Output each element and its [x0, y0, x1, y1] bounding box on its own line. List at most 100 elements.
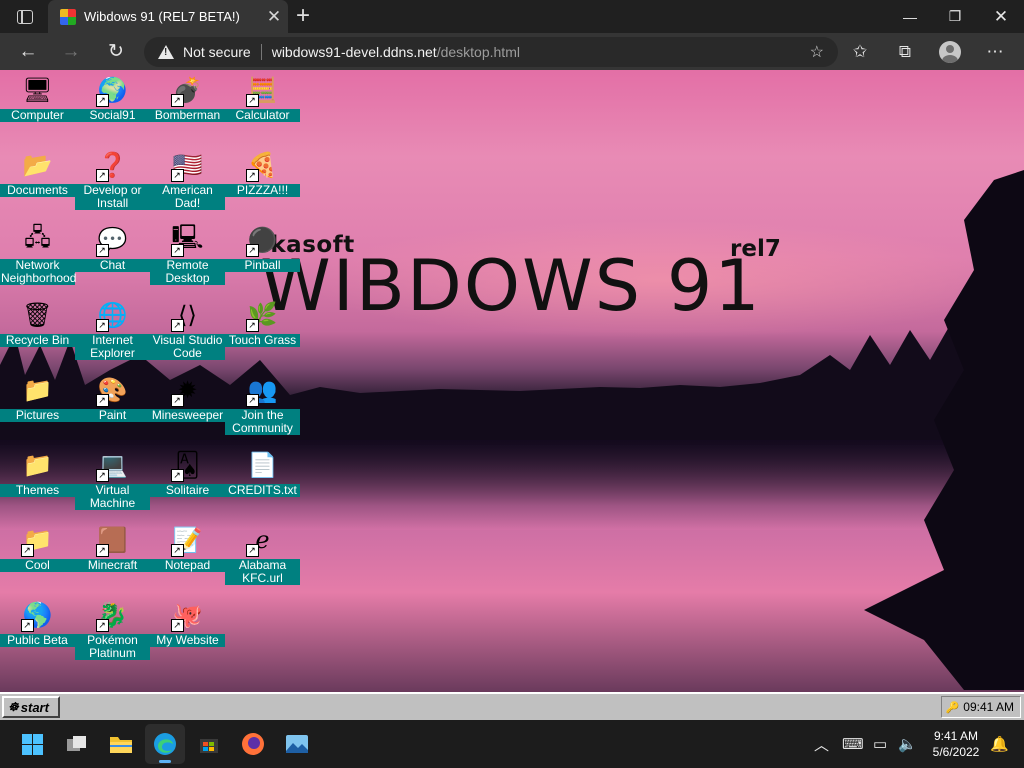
minimize-button[interactable]: —	[887, 0, 933, 33]
desktop-icon[interactable]: ℯAlabama KFC.url	[225, 520, 300, 585]
key-icon[interactable]: 🔑	[946, 701, 960, 714]
more-menu-icon[interactable]: ⋯	[978, 33, 1012, 70]
social-globe-icon: 🌍	[95, 73, 130, 107]
desktop-icon[interactable]: 💣 Bomberman	[150, 70, 225, 122]
wibdows-clock: 09:41 AM	[963, 700, 1014, 714]
restore-button[interactable]: ❐	[932, 0, 978, 33]
start-button[interactable]: ☸ start	[2, 696, 60, 718]
tab-actions-icon[interactable]	[17, 9, 33, 24]
new-tab-button[interactable]: +	[296, 3, 310, 29]
close-window-button[interactable]: ✕	[978, 0, 1024, 33]
warning-icon[interactable]	[158, 45, 174, 59]
collections-icon[interactable]: ⧉	[888, 33, 922, 70]
photos-icon	[286, 735, 308, 753]
desktop-icon[interactable]: 🗑 Recycle Bin	[0, 295, 75, 347]
desktop-icon[interactable]: 💻Virtual Machine	[75, 445, 150, 510]
tray-overflow-icon[interactable]: ︿	[814, 720, 829, 768]
desktop-icon[interactable]: 🌿 Touch Grass	[225, 295, 300, 347]
security-label[interactable]: Not secure	[183, 44, 251, 60]
volume-icon[interactable]: 🔈	[898, 720, 917, 768]
store-button[interactable]	[189, 724, 229, 764]
desktop-icon-label: Develop or Install	[75, 184, 150, 210]
back-button[interactable]: ←	[10, 33, 46, 70]
address-bar[interactable]: Not secure wibdows91-devel.ddns.net /des…	[144, 37, 838, 67]
system-clock[interactable]: 9:41 AM 5/6/2022	[926, 728, 986, 760]
forward-button[interactable]: →	[53, 33, 89, 70]
desktop-icon[interactable]: 💬 Chat	[75, 220, 150, 272]
desktop-icon-label: Social91	[75, 109, 150, 122]
develop-install-icon: ❓	[95, 148, 130, 182]
favorites-icon[interactable]: ✩	[843, 33, 877, 70]
text-file-icon: 📄	[247, 451, 278, 479]
cool-folder-icon: 📁	[20, 523, 55, 557]
browser-tab-strip: Wibdows 91 (REL7 BETA!) ✕ + — ❐ ✕	[0, 0, 1024, 33]
desktop-icon[interactable]: ✹Minesweeper	[150, 370, 225, 422]
desktop-icon[interactable]: 🧮 Calculator	[225, 70, 300, 122]
desktop-icon[interactable]: 🌍 Social91	[75, 70, 150, 122]
clock-time: 9:41 AM	[933, 729, 979, 743]
refresh-button[interactable]: ↻	[98, 33, 134, 70]
desktop-icon[interactable]: 📁 Pictures	[0, 370, 75, 422]
logo-title: WIBDOWS 91	[260, 245, 762, 327]
desktop-icon[interactable]: 📁 Cool	[0, 520, 75, 572]
url-path[interactable]: /desktop.html	[437, 44, 520, 60]
remote-desktop-icon: 🖳	[170, 223, 205, 257]
desktop-icon[interactable]: 🌎 Public Beta	[0, 595, 75, 647]
photos-button[interactable]	[277, 724, 317, 764]
desktop-icon-label: Pinball	[225, 259, 300, 272]
desktop-icon[interactable]: 🍕 PIZZZA!!!	[225, 145, 300, 197]
desktop-icon-label: Minecraft	[75, 559, 150, 572]
notepad-icon: 📝	[170, 523, 205, 557]
public-beta-icon: 🌎	[20, 598, 55, 632]
chat-bubble-icon: 💬	[95, 223, 130, 257]
desktop-icon[interactable]: 🇺🇸American Dad!	[150, 145, 225, 210]
close-tab-icon[interactable]: ✕	[260, 7, 288, 27]
firefox-button[interactable]	[233, 724, 273, 764]
desktop-icon-label: Remote Desktop	[150, 259, 225, 285]
notifications-icon[interactable]: 🔔	[990, 720, 1009, 768]
desktop-icon[interactable]: ⚫ Pinball	[225, 220, 300, 272]
desktop-icon-label: Chat	[75, 259, 150, 272]
desktop-icon-label: Cool	[0, 559, 75, 572]
bomberman-icon: 💣	[170, 73, 205, 107]
desktop-icon-label: Paint	[75, 409, 150, 422]
desktop-icon[interactable]: ⟨⟩Visual Studio Code	[150, 295, 225, 360]
desktop-icon[interactable]: 📂 Documents	[0, 145, 75, 197]
favicon-icon	[60, 8, 76, 25]
desktop-icon-label: Internet Explorer	[75, 334, 150, 360]
url-host[interactable]: wibdows91-devel.ddns.net	[272, 44, 437, 60]
desktop-icon[interactable]: 📁 Themes	[0, 445, 75, 497]
desktop-icon[interactable]: 🖥 Computer	[0, 70, 75, 122]
desktop-icon-label: Recycle Bin	[0, 334, 75, 347]
task-view-button[interactable]	[57, 724, 97, 764]
add-favorite-icon[interactable]: ☆	[810, 42, 824, 62]
edge-button[interactable]	[145, 724, 185, 764]
desktop-icon-label: Touch Grass	[225, 334, 300, 347]
desktop-icon[interactable]: 🌐Internet Explorer	[75, 295, 150, 360]
desktop-icon[interactable]: 🖳Remote Desktop	[150, 220, 225, 285]
community-icon: 👥	[245, 373, 280, 407]
desktop-icon[interactable]: 📝 Notepad	[150, 520, 225, 572]
file-explorer-button[interactable]	[101, 724, 141, 764]
desktop-icon[interactable]: 🟫 Minecraft	[75, 520, 150, 572]
keyboard-icon[interactable]: ⌨	[842, 720, 864, 768]
desktop-icon[interactable]: 🐙 My Website	[150, 595, 225, 647]
desktop-icon[interactable]: ❓Develop or Install	[75, 145, 150, 210]
desktop-icon[interactable]: 👥Join the Community	[225, 370, 300, 435]
desktop-icon[interactable]: 🂡 Solitaire	[150, 445, 225, 497]
desktop-icon-label: PIZZZA!!!	[225, 184, 300, 197]
browser-tab[interactable]: Wibdows 91 (REL7 BETA!) ✕	[48, 0, 288, 33]
network-icon: 🖧	[24, 223, 51, 251]
wibdows-desktop[interactable]: ikasoft WIBDOWS 91 rel7 🖥Computer🌍Social…	[0, 70, 1024, 692]
desktop-icon[interactable]: 🐉Pokémon Platinum	[75, 595, 150, 660]
network-status-icon[interactable]: ▭	[873, 720, 887, 768]
profile-button[interactable]	[933, 33, 967, 70]
desktop-icon[interactable]: 🎨 Paint	[75, 370, 150, 422]
desktop-icon[interactable]: 🖧 Network Neighborhood	[0, 220, 76, 285]
windows-start-button[interactable]	[12, 724, 52, 764]
desktop-icon-label: Pokémon Platinum	[75, 634, 150, 660]
right-shore-trees	[864, 170, 1024, 690]
desktop-icon[interactable]: 📄 CREDITS.txt	[225, 445, 300, 497]
us-flag-icon: 🇺🇸	[170, 148, 205, 182]
grass-icon: 🌿	[245, 298, 280, 332]
